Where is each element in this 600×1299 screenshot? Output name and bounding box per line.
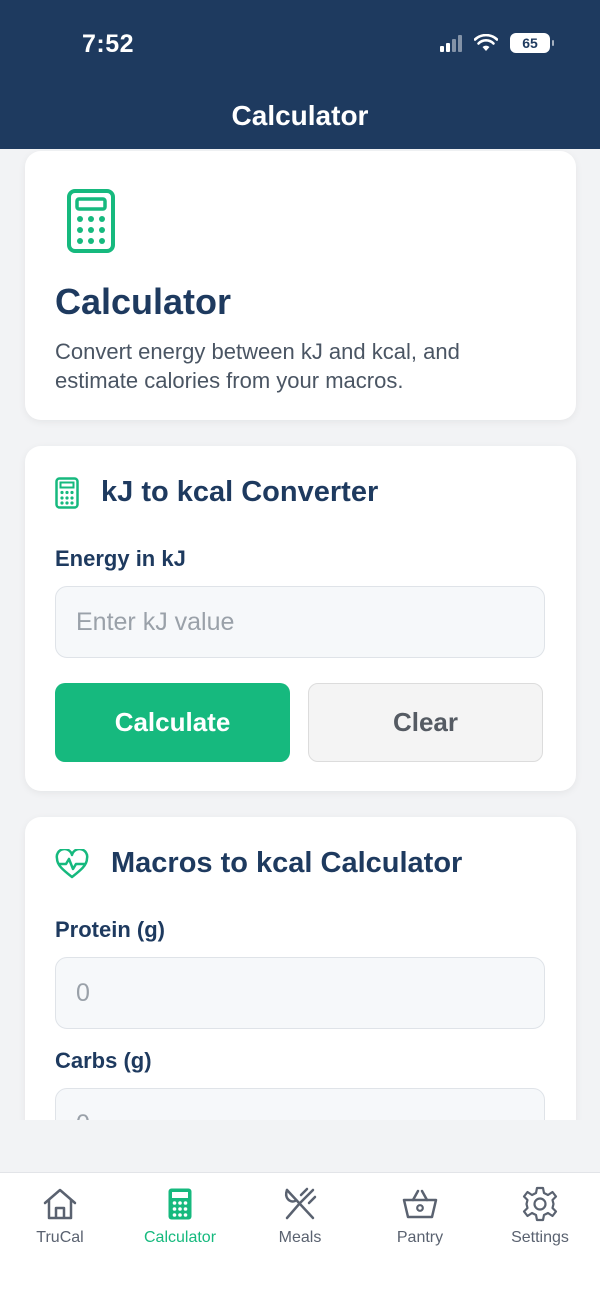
kj-converter-card: kJ to kcal Converter Energy in kJ Enter … (25, 446, 576, 791)
energy-input[interactable]: Enter kJ value (55, 586, 545, 658)
macros-title: Macros to kcal Calculator (111, 847, 463, 879)
battery-indicator: 65 (510, 33, 554, 53)
heart-pulse-icon (55, 848, 89, 878)
nav-title: Calculator (231, 100, 369, 131)
content-scroll[interactable]: Calculator Convert energy between kJ and… (0, 149, 600, 1120)
protein-input-placeholder: 0 (76, 978, 90, 1007)
macros-calculator-card: Macros to kcal Calculator Protein (g) 0 … (25, 817, 576, 1120)
home-icon (43, 1188, 77, 1220)
calculator-icon (55, 476, 79, 509)
converter-header: kJ to kcal Converter (55, 476, 378, 509)
basket-icon (402, 1189, 438, 1219)
utensils-icon (285, 1187, 317, 1220)
status-time: 7:52 (82, 30, 135, 58)
tab-settings[interactable]: Settings (480, 1185, 600, 1247)
tab-trucal-label: TruCal (36, 1229, 84, 1246)
macros-header: Macros to kcal Calculator (55, 847, 462, 880)
intro-title: Calculator (55, 281, 232, 322)
carbs-input[interactable]: 0 (55, 1088, 545, 1120)
converter-title: kJ to kcal Converter (101, 476, 379, 508)
tab-pantry-label: Pantry (396, 1229, 444, 1246)
tab-trucal[interactable]: TruCal (0, 1185, 120, 1247)
protein-input[interactable]: 0 (55, 957, 545, 1029)
cellular-signal-icon (440, 34, 462, 52)
tab-meals[interactable]: Meals (240, 1185, 360, 1247)
tab-calculator-label: Calculator (143, 1229, 217, 1246)
tab-meals-label: Meals (278, 1229, 322, 1246)
gear-icon (522, 1186, 558, 1222)
tab-bar: TruCal Calculator Meals Pantry Settings (0, 1172, 600, 1299)
status-indicators: 65 (440, 33, 554, 53)
carbs-label: Carbs (g) (55, 1048, 152, 1073)
protein-label: Protein (g) (55, 917, 165, 942)
calculate-button[interactable]: Calculate (55, 683, 290, 762)
energy-input-placeholder: Enter kJ value (76, 607, 235, 636)
clear-button[interactable]: Clear (308, 683, 543, 762)
calculator-icon (168, 1188, 192, 1220)
tab-calculator[interactable]: Calculator (120, 1185, 240, 1247)
tab-settings-label: Settings (511, 1229, 569, 1246)
carbs-input-placeholder: 0 (76, 1110, 90, 1121)
intro-description: Convert energy between kJ and kcal, and … (55, 339, 460, 393)
intro-card: Calculator Convert energy between kJ and… (25, 151, 576, 420)
calculator-icon (67, 189, 115, 253)
wifi-icon (474, 34, 498, 51)
energy-label: Energy in kJ (55, 546, 186, 571)
tab-pantry[interactable]: Pantry (360, 1185, 480, 1247)
app-header: 7:52 65 Calculator (0, 0, 600, 149)
